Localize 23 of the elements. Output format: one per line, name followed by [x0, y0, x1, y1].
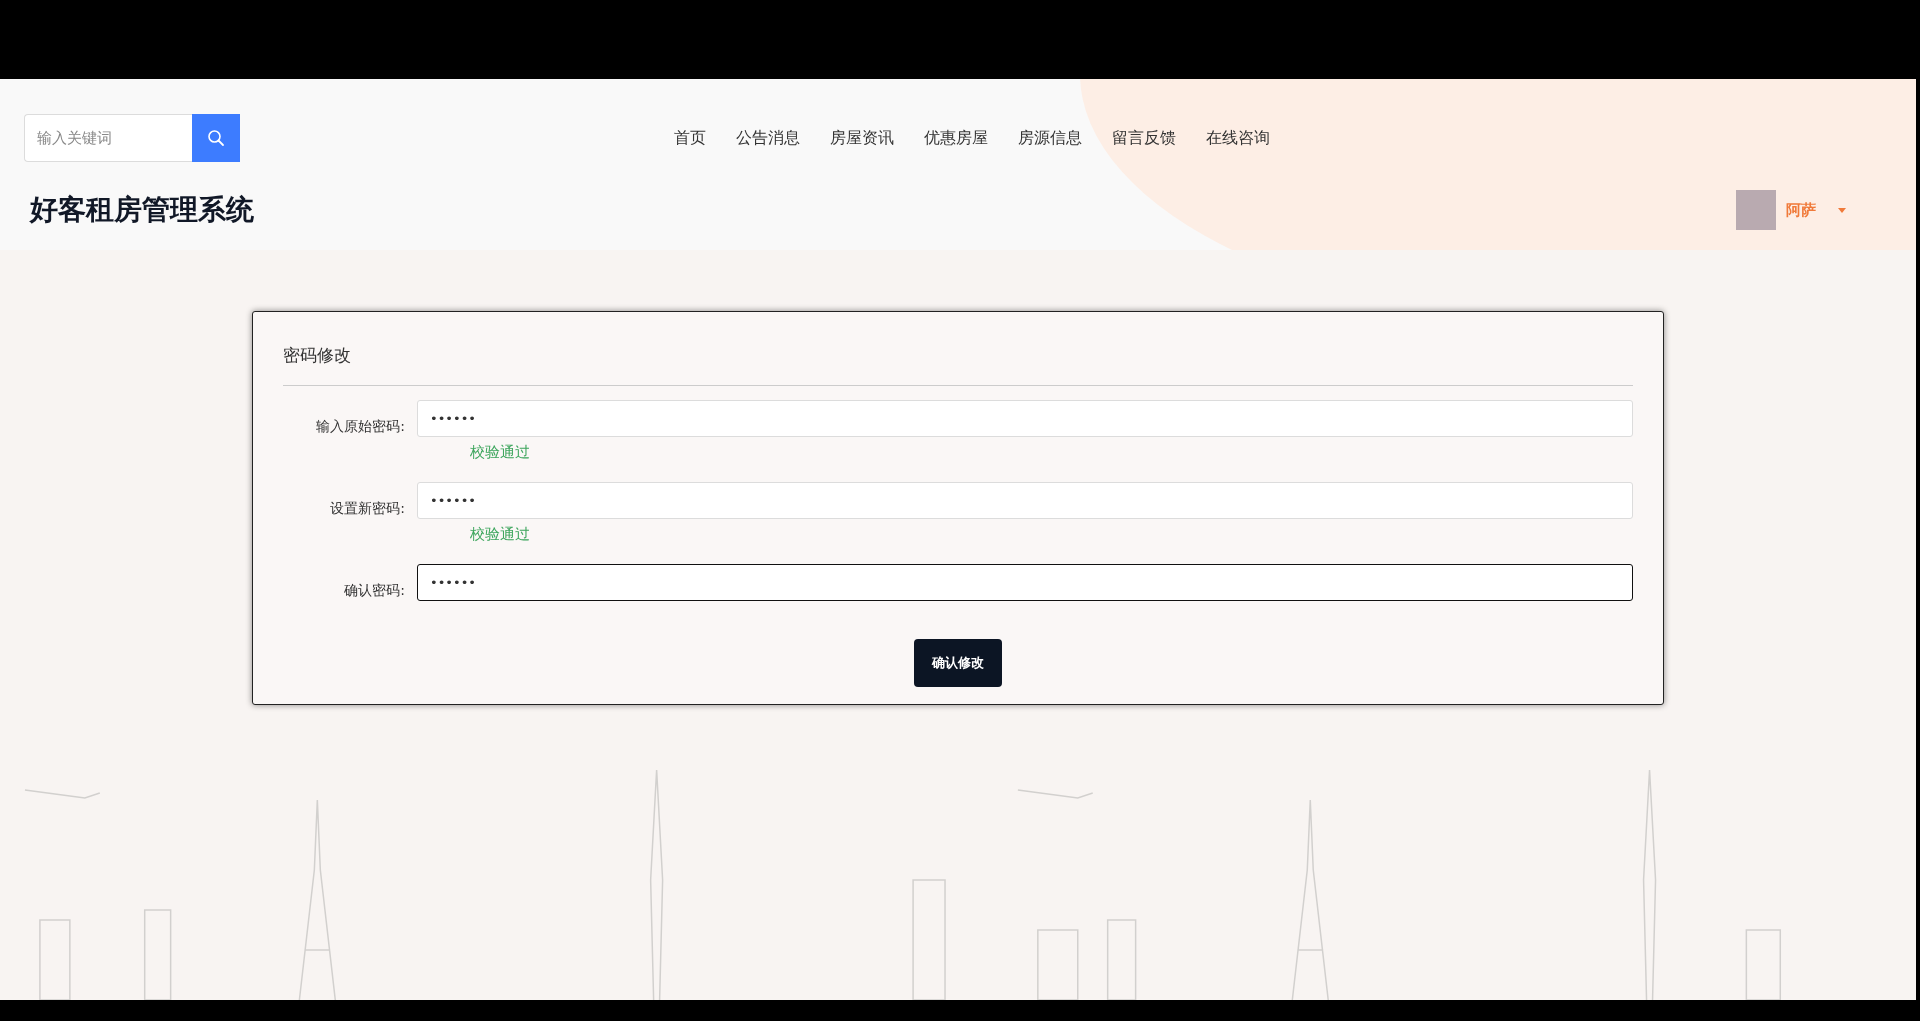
nav-link[interactable]: 公告消息	[736, 127, 800, 149]
search-icon	[207, 129, 225, 147]
search-button[interactable]	[192, 114, 240, 162]
validation-message: 校验通过	[470, 525, 530, 543]
password-field[interactable]: ••••••	[417, 482, 1633, 519]
nav-link[interactable]: 留言反馈	[1112, 127, 1176, 149]
nav-link[interactable]: 优惠房屋	[924, 127, 988, 149]
avatar-placeholder	[1736, 190, 1776, 230]
search-field[interactable]: 输入关键词	[24, 114, 192, 162]
password-field[interactable]: ••••••	[417, 400, 1633, 437]
nav-link[interactable]: 房源信息	[1018, 127, 1082, 149]
site-title: 好客租房管理系统	[30, 192, 254, 228]
submit-button[interactable]: 确认修改	[914, 639, 1002, 687]
nav-link[interactable]: 首页	[674, 127, 706, 149]
field-label: 输入原始密码:	[315, 417, 406, 436]
password-field[interactable]: ••••••	[417, 564, 1633, 601]
field-label: 设置新密码:	[329, 499, 406, 518]
field-label: 确认密码:	[343, 581, 406, 600]
validation-message: 校验通过	[470, 443, 530, 461]
nav-link[interactable]: 房屋资讯	[830, 127, 894, 149]
form-title: 密码修改	[283, 344, 352, 367]
nav-link[interactable]: 在线咨询	[1206, 127, 1270, 149]
caret-icon[interactable]	[1838, 207, 1846, 213]
